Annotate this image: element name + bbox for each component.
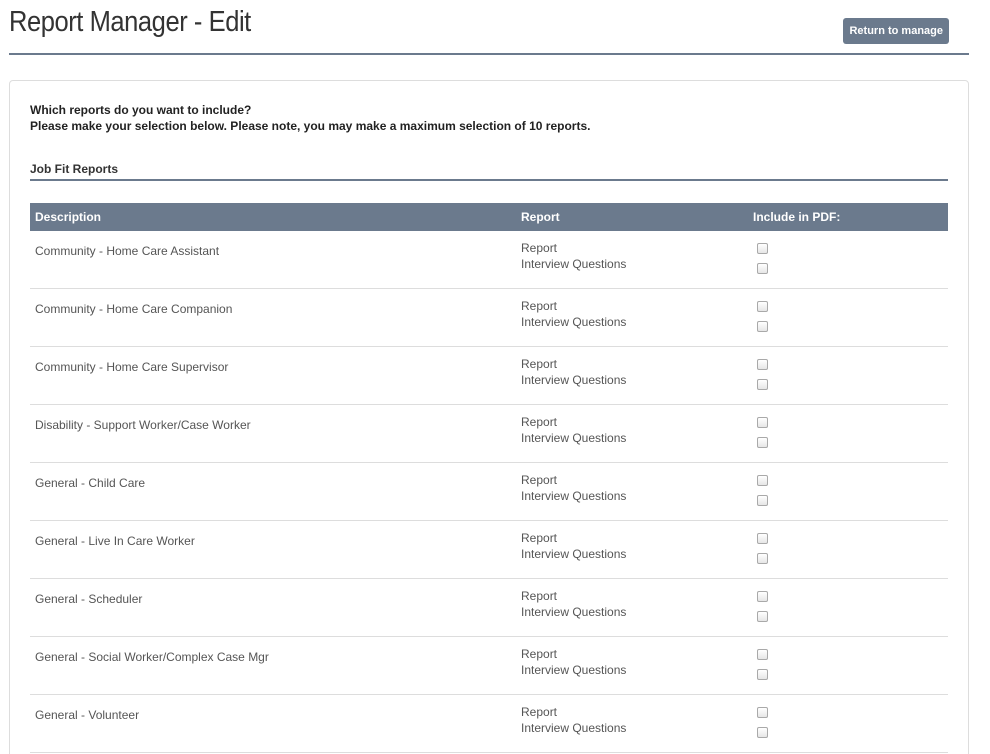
column-header-include-pdf: Include in PDF: [753, 210, 841, 224]
section-title-job-fit: Job Fit Reports [30, 162, 948, 181]
report-manager-page: Report Manager - Edit Return to manage W… [0, 0, 990, 754]
include-interview-checkbox[interactable] [757, 321, 768, 332]
row-report-label: Report [521, 473, 558, 487]
table-row: General - Social Worker/Complex Case Mgr… [30, 637, 948, 695]
include-report-checkbox[interactable] [757, 707, 768, 718]
row-interview-label: Interview Questions [521, 315, 627, 329]
row-report-label: Report [521, 647, 558, 661]
row-interview-label: Interview Questions [521, 663, 627, 677]
include-report-checkbox[interactable] [757, 243, 768, 254]
include-report-checkbox[interactable] [757, 475, 768, 486]
row-interview-label: Interview Questions [521, 489, 627, 503]
include-report-checkbox[interactable] [757, 649, 768, 660]
row-description: Community - Home Care Supervisor [35, 360, 229, 374]
intro-instructions: Please make your selection below. Please… [30, 119, 591, 133]
row-description: Disability - Support Worker/Case Worker [35, 418, 251, 432]
table-row: General - Live In Care Worker Report Inter… [30, 521, 948, 579]
table-row: Community - Home Care Assistant Report Int… [30, 231, 948, 289]
table-header: Description Report Include in PDF: [30, 203, 948, 231]
page-header: Report Manager - Edit Return to manage [9, 0, 969, 55]
include-interview-checkbox[interactable] [757, 669, 768, 680]
include-report-checkbox[interactable] [757, 591, 768, 602]
row-description: General - Social Worker/Complex Case Mgr [35, 650, 269, 664]
row-description: General - Volunteer [35, 708, 140, 722]
include-report-checkbox[interactable] [757, 533, 768, 544]
row-interview-label: Interview Questions [521, 431, 627, 445]
row-interview-label: Interview Questions [521, 373, 627, 387]
table-row: Disability - Support Worker/Case Worker R… [30, 405, 948, 463]
row-description: General - Scheduler [35, 592, 143, 606]
return-to-manage-button[interactable]: Return to manage [843, 18, 949, 44]
row-description: General - Child Care [35, 476, 146, 490]
page-title: Report Manager - Edit [9, 6, 251, 38]
table-body: Community - Home Care Assistant Report Int… [30, 231, 948, 753]
column-header-report: Report [521, 210, 560, 224]
row-description: Community - Home Care Assistant [35, 244, 220, 258]
row-report-label: Report [521, 705, 558, 719]
row-report-label: Report [521, 589, 558, 603]
reports-table: Description Report Include in PDF: Commu… [30, 203, 948, 753]
column-header-description: Description [35, 210, 102, 224]
include-interview-checkbox[interactable] [757, 727, 768, 738]
intro-question: Which reports do you want to include? [30, 103, 252, 117]
table-row: General - Child Care Report Interview Ques… [30, 463, 948, 521]
include-interview-checkbox[interactable] [757, 437, 768, 448]
include-report-checkbox[interactable] [757, 301, 768, 312]
table-row: Community - Home Care Supervisor Report In… [30, 347, 948, 405]
row-interview-label: Interview Questions [521, 721, 627, 735]
row-interview-label: Interview Questions [521, 257, 627, 271]
row-interview-label: Interview Questions [521, 605, 627, 619]
row-report-label: Report [521, 241, 558, 255]
row-report-label: Report [521, 299, 558, 313]
row-interview-label: Interview Questions [521, 547, 627, 561]
row-report-label: Report [521, 357, 558, 371]
row-description: Community - Home Care Companion [35, 302, 233, 316]
row-description: General - Live In Care Worker [35, 534, 195, 548]
table-row: Community - Home Care Companion Report Int… [30, 289, 948, 347]
include-report-checkbox[interactable] [757, 359, 768, 370]
include-interview-checkbox[interactable] [757, 263, 768, 274]
row-report-label: Report [521, 531, 558, 545]
include-interview-checkbox[interactable] [757, 611, 768, 622]
include-interview-checkbox[interactable] [757, 379, 768, 390]
include-interview-checkbox[interactable] [757, 495, 768, 506]
include-interview-checkbox[interactable] [757, 553, 768, 564]
row-report-label: Report [521, 415, 558, 429]
include-report-checkbox[interactable] [757, 417, 768, 428]
intro-text: Which reports do you want to include? Pl… [30, 102, 590, 134]
report-selection-panel: Which reports do you want to include? Pl… [9, 80, 969, 754]
table-row: General - Volunteer Report Interview Quest… [30, 695, 948, 753]
table-row: General - Scheduler Report Interview Quest… [30, 579, 948, 637]
